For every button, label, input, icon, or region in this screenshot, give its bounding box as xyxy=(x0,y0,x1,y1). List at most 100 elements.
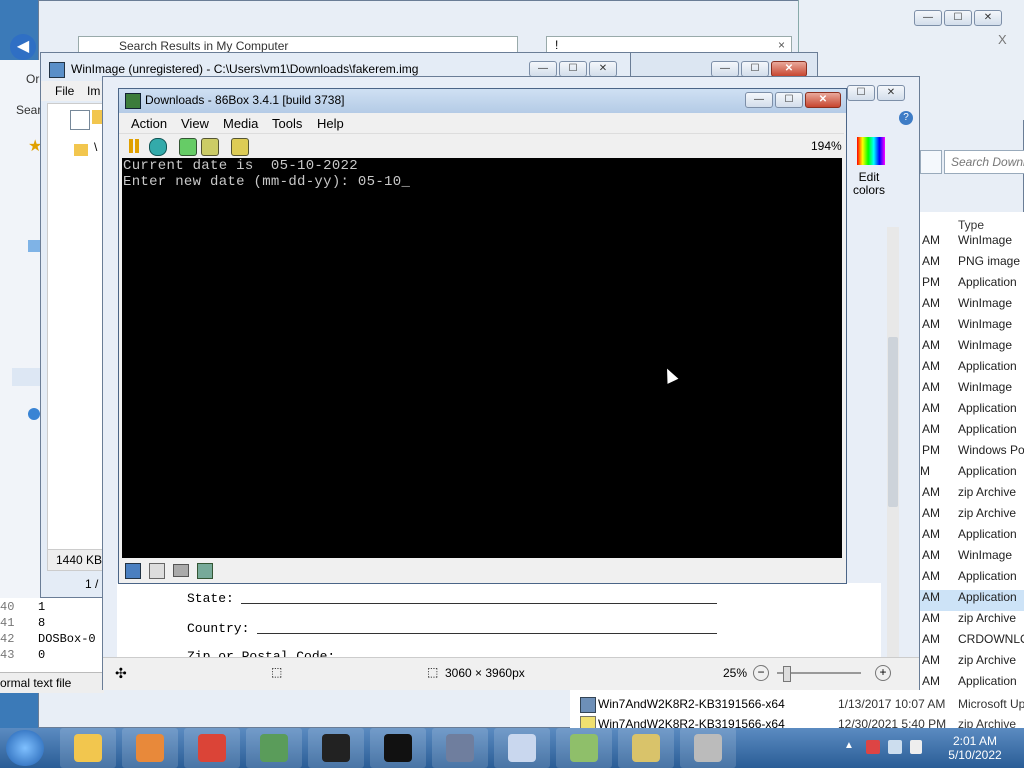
sound-icon[interactable] xyxy=(197,563,213,579)
file-row[interactable]: AM Application xyxy=(920,401,1024,422)
start-button[interactable] xyxy=(6,730,44,766)
maximize-button[interactable]: ☐ xyxy=(775,92,803,108)
file-row[interactable]: AM Application xyxy=(920,527,1024,548)
file-row[interactable]: PM Application xyxy=(920,275,1024,296)
ctrl-alt-del-icon[interactable] xyxy=(179,138,197,156)
emulator-screen[interactable]: Current date is 05-10-2022 Enter new dat… xyxy=(122,158,842,558)
floppy-icon[interactable] xyxy=(125,563,141,579)
file-row[interactable]: AM WinImage xyxy=(920,548,1024,569)
cdrom-icon[interactable] xyxy=(149,563,165,579)
action-center-icon[interactable] xyxy=(866,740,880,754)
zoom-slider-thumb[interactable] xyxy=(783,666,791,682)
file-type: Application xyxy=(958,401,1017,415)
menu-tools[interactable]: Tools xyxy=(272,116,302,131)
file-row[interactable]: PM Windows Po xyxy=(920,443,1024,464)
file-row[interactable]: AM Application xyxy=(920,590,1024,611)
clock[interactable]: 2:01 AM 5/10/2022 xyxy=(934,732,1016,766)
back-button[interactable]: ◀ xyxy=(10,34,36,60)
scroll-thumb[interactable] xyxy=(888,337,898,507)
minimize-button[interactable]: — xyxy=(745,92,773,108)
search-placeholder: Search Downl xyxy=(951,155,1024,169)
minimize-button[interactable]: — xyxy=(711,61,739,77)
close-button[interactable]: ✕ xyxy=(771,61,807,77)
file-row[interactable]: AM WinImage xyxy=(920,317,1024,338)
explorer-downloads-search[interactable]: Search Downl xyxy=(944,150,1024,174)
organize-label[interactable]: Or xyxy=(26,72,39,86)
reset-icon[interactable] xyxy=(149,138,167,156)
maximize-button[interactable]: ☐ xyxy=(741,61,769,77)
taskbar-paint-button[interactable] xyxy=(494,728,550,768)
paint-scrollbar[interactable] xyxy=(887,227,899,657)
move-icon: ✣ xyxy=(115,665,127,681)
zoom-out-button[interactable]: − xyxy=(753,665,769,681)
file-row[interactable]: AM zip Archive xyxy=(920,506,1024,527)
maximize-button[interactable]: ☐ xyxy=(847,85,875,101)
paint-canvas[interactable]: State: Country: Zip or Postal Code: xyxy=(117,583,881,657)
file-row[interactable]: AM zip Archive xyxy=(920,485,1024,506)
taskbar-7zip-button[interactable] xyxy=(308,728,364,768)
taskbar-explorer-button[interactable] xyxy=(60,728,116,768)
settings-icon[interactable] xyxy=(231,138,249,156)
help-icon[interactable]: ? xyxy=(899,111,913,125)
file-name[interactable]: Win7AndW2K8R2-KB3191566-x64 xyxy=(598,697,785,711)
minimize-button[interactable]: — xyxy=(914,10,942,26)
file-row[interactable]: AM WinImage xyxy=(920,296,1024,317)
library-icon xyxy=(28,240,40,252)
show-hidden-icons-icon[interactable]: ▲ xyxy=(844,740,854,751)
notification-area: ▲ xyxy=(844,736,924,760)
file-row[interactable]: AM PNG image xyxy=(920,254,1024,275)
taskbar-notepadpp-button[interactable] xyxy=(556,728,612,768)
menu-help[interactable]: Help xyxy=(317,116,344,131)
mouse-cursor xyxy=(661,366,679,384)
new-icon[interactable] xyxy=(70,110,90,130)
menu-image[interactable]: Im xyxy=(87,84,100,98)
file-icon xyxy=(580,697,596,713)
file-row[interactable]: AM zip Archive xyxy=(920,611,1024,632)
zoom-level: 25% xyxy=(723,666,748,680)
menu-file[interactable]: File xyxy=(55,84,74,98)
taskbar-cd-burner-button[interactable] xyxy=(618,728,674,768)
ctrl-alt-esc-icon[interactable] xyxy=(201,138,219,156)
file-row[interactable]: AM zip Archive xyxy=(920,653,1024,674)
box86-zoom: 194% xyxy=(811,139,842,153)
file-row[interactable]: M Application xyxy=(920,464,1024,485)
clear-search-icon[interactable]: × xyxy=(778,38,785,52)
file-row[interactable]: AM WinImage xyxy=(920,338,1024,359)
taskbar-media-player-button[interactable] xyxy=(122,728,178,768)
network-icon[interactable] xyxy=(888,740,902,754)
minimize-button[interactable]: — xyxy=(529,61,557,77)
taskbar-winimage-button[interactable] xyxy=(246,728,302,768)
box86-app-icon xyxy=(125,93,141,109)
close-button[interactable]: ✕ xyxy=(589,61,617,77)
taskbar-chrome-button[interactable] xyxy=(184,728,240,768)
file-time: AM xyxy=(922,401,940,415)
close-glyph[interactable]: X xyxy=(998,32,1007,47)
hdd-icon[interactable] xyxy=(173,564,189,577)
close-button[interactable]: ✕ xyxy=(877,85,905,101)
volume-icon[interactable] xyxy=(910,740,922,754)
file-row[interactable]: AM Application xyxy=(920,422,1024,443)
menu-media[interactable]: Media xyxy=(223,116,258,131)
menu-view[interactable]: View xyxy=(181,116,209,131)
close-button[interactable]: ✕ xyxy=(974,10,1002,26)
file-row[interactable]: AM Application xyxy=(920,569,1024,590)
maximize-button[interactable]: ☐ xyxy=(559,61,587,77)
file-time: AM xyxy=(922,548,940,562)
file-row[interactable]: AM WinImage xyxy=(920,380,1024,401)
zoom-slider[interactable] xyxy=(777,666,861,682)
close-button[interactable]: ✕ xyxy=(805,92,841,108)
taskbar-86box-button[interactable] xyxy=(432,728,488,768)
box86-menubar: Action View Media Tools Help xyxy=(119,113,844,133)
maximize-button[interactable]: ☐ xyxy=(944,10,972,26)
column-header-type[interactable]: Type xyxy=(958,218,984,232)
file-row[interactable]: AM Application xyxy=(920,359,1024,380)
edit-colors-button[interactable]: Edit colors xyxy=(847,137,893,199)
refresh-icon[interactable] xyxy=(920,150,942,174)
taskbar-cmd-button[interactable] xyxy=(370,728,426,768)
menu-action[interactable]: Action xyxy=(131,116,167,131)
pause-icon[interactable] xyxy=(129,139,133,153)
zoom-in-button[interactable]: + xyxy=(875,665,891,681)
taskbar-disc-tool-button[interactable] xyxy=(680,728,736,768)
file-row[interactable]: AM CRDOWNLO xyxy=(920,632,1024,653)
file-row[interactable]: AM WinImage xyxy=(920,233,1024,254)
